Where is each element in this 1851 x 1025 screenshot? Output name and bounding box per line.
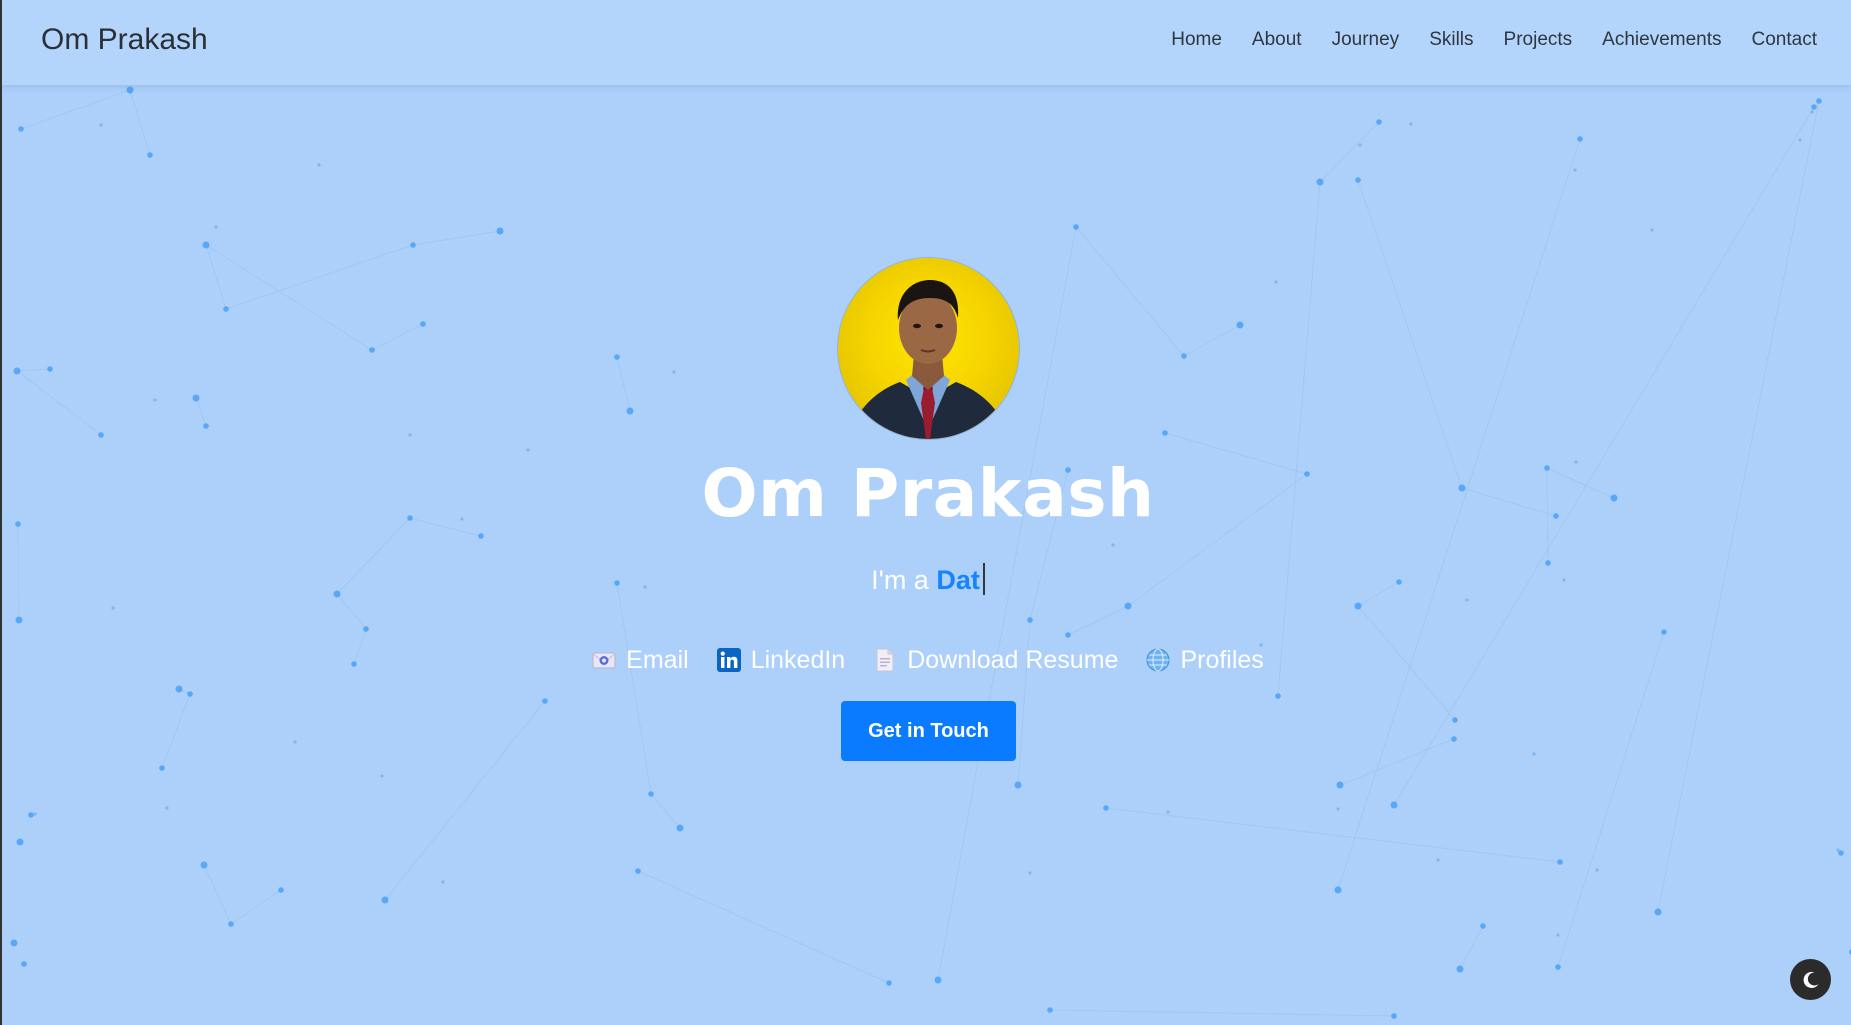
hero-tagline: I'm a Dat (0, 562, 1851, 598)
theme-toggle-button[interactable] (1790, 959, 1831, 1000)
main-nav: Home About Journey Skills Projects Achie… (1141, 24, 1817, 56)
window-edge (0, 0, 2, 1025)
contact-links: Email LinkedIn Download Resume Profiles (0, 643, 1851, 677)
email-icon (592, 648, 616, 672)
nav-journey[interactable]: Journey (1332, 24, 1400, 56)
linkedin-link[interactable]: LinkedIn (716, 643, 846, 677)
tagline-prefix: I'm a (871, 565, 937, 595)
profile-photo (838, 258, 1019, 439)
email-link-label: Email (626, 646, 689, 674)
tagline-typed-text: Dat (936, 565, 980, 595)
profiles-link[interactable]: Profiles (1146, 643, 1264, 677)
nav-skills[interactable]: Skills (1429, 24, 1473, 56)
nav-home[interactable]: Home (1171, 24, 1222, 56)
nav-projects[interactable]: Projects (1504, 24, 1573, 56)
hero-section: Om Prakash I'm a Dat Email LinkedIn Down… (0, 0, 1851, 1025)
profiles-link-label: Profiles (1180, 646, 1264, 674)
get-in-touch-button[interactable]: Get in Touch (841, 701, 1016, 761)
linkedin-link-label: LinkedIn (750, 646, 846, 674)
download-resume-label: Download Resume (907, 646, 1119, 674)
document-icon (873, 648, 897, 672)
moon-icon (1801, 970, 1821, 990)
nav-contact[interactable]: Contact (1752, 24, 1817, 56)
globe-icon (1146, 648, 1170, 672)
email-link[interactable]: Email (592, 643, 689, 677)
brand-logo[interactable]: Om Prakash (41, 20, 208, 60)
download-resume-link[interactable]: Download Resume (873, 643, 1118, 677)
nav-about[interactable]: About (1252, 24, 1302, 56)
top-navbar: Om Prakash Home About Journey Skills Pro… (0, 0, 1851, 85)
typing-caret (982, 563, 985, 595)
hero-title: Om Prakash (701, 455, 1155, 532)
linkedin-icon (716, 648, 741, 672)
nav-achievements[interactable]: Achievements (1602, 24, 1721, 56)
